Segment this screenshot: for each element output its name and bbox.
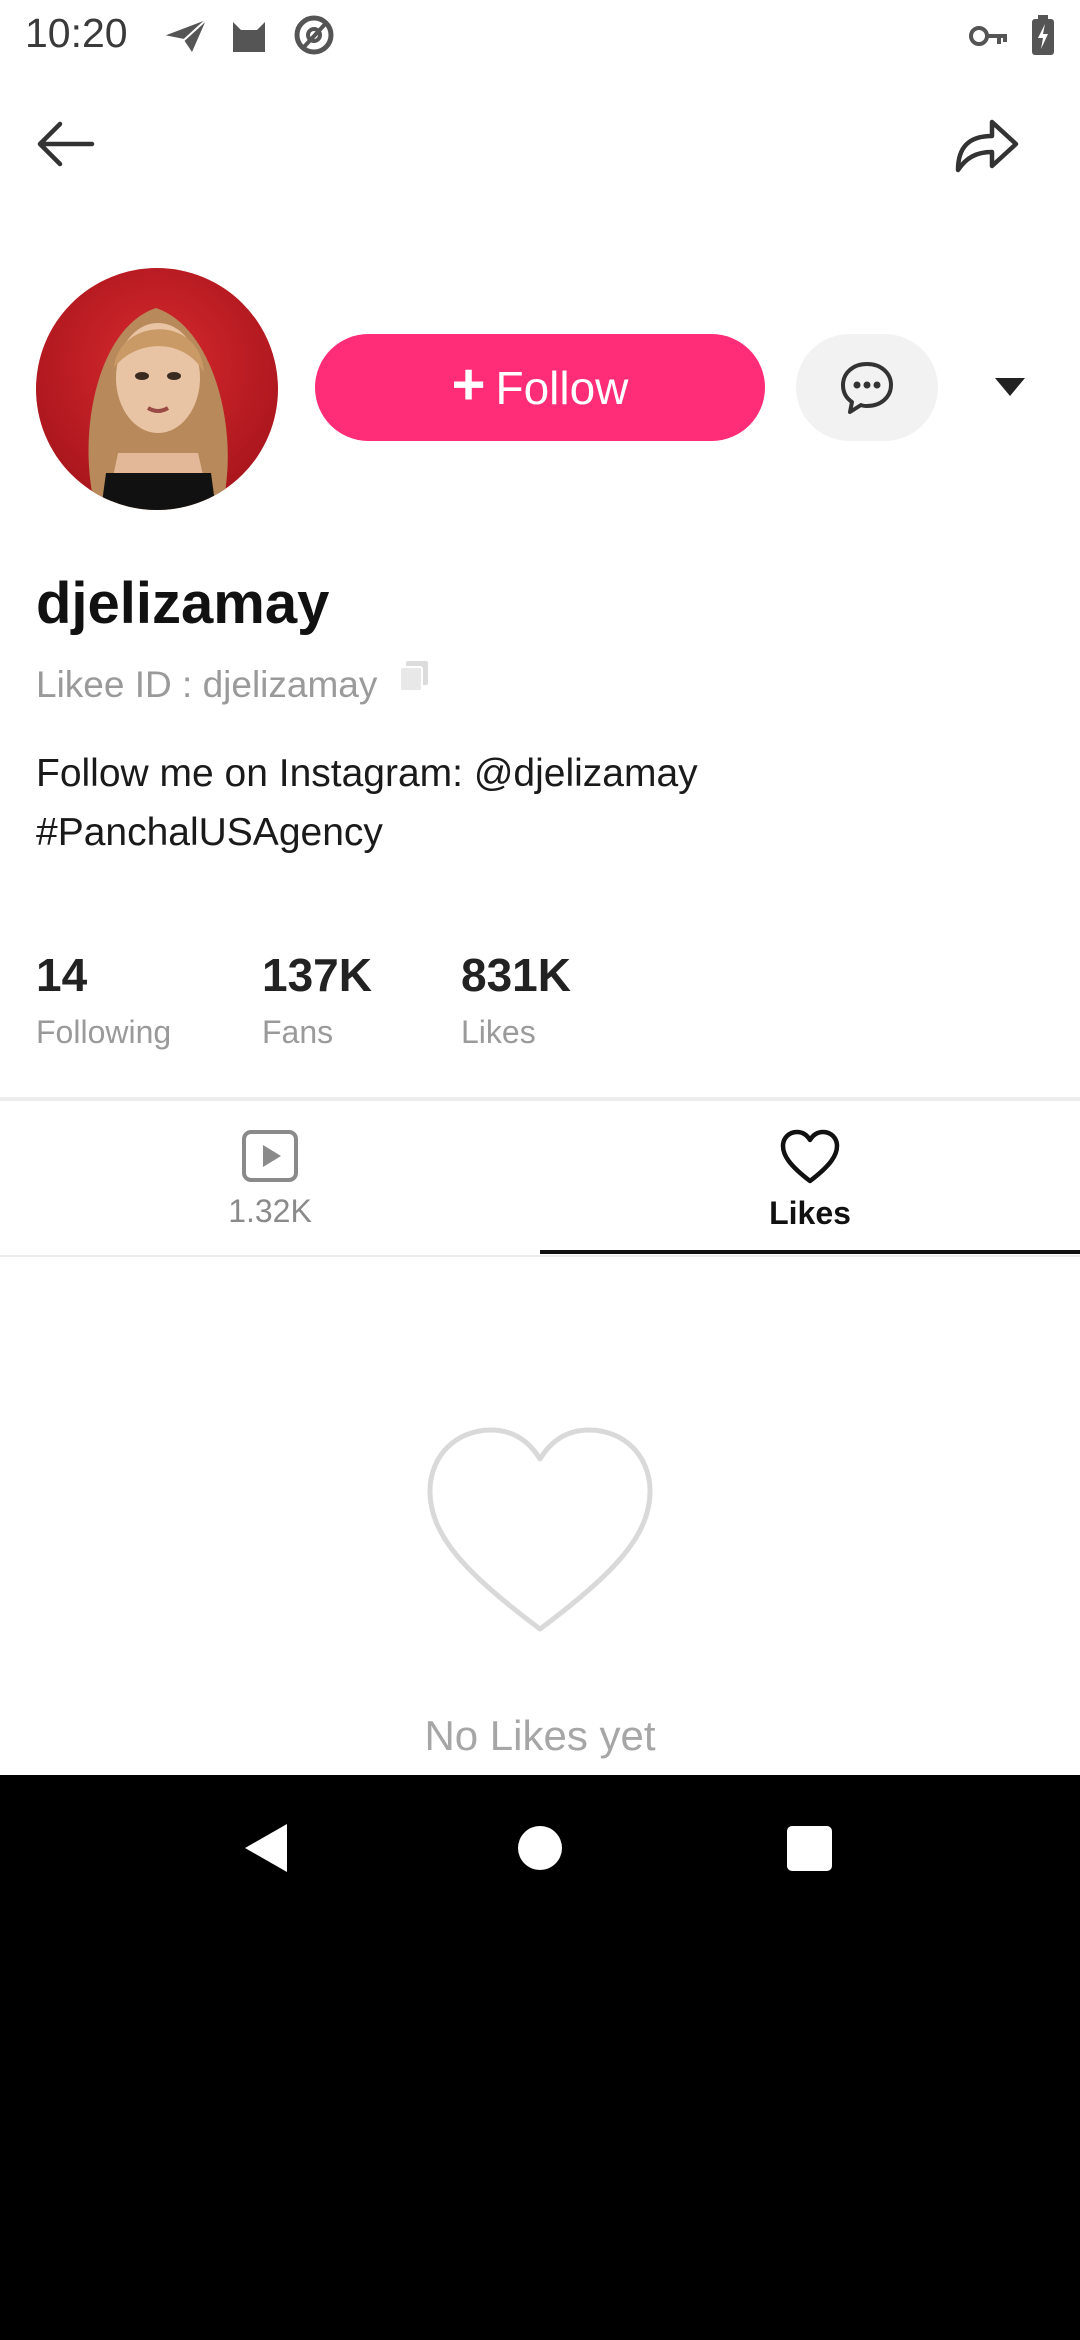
likee-id-row: Likee ID : djelizamay — [36, 660, 431, 706]
stat-label: Following — [36, 1014, 172, 1050]
stat-value: 137K — [262, 949, 372, 1001]
more-options-button[interactable] — [985, 365, 1035, 409]
nav-home-icon[interactable] — [518, 1826, 562, 1870]
likee-id: Likee ID : djelizamay — [36, 664, 378, 705]
stat-label: Likes — [461, 1014, 536, 1050]
stat-following[interactable]: 14 Following — [36, 948, 262, 1051]
avatar[interactable] — [36, 268, 278, 510]
nav-recents-icon[interactable] — [787, 1826, 832, 1871]
status-time: 10:20 — [25, 10, 128, 56]
heart-outline-icon — [427, 1427, 653, 1632]
stat-fans[interactable]: 137K Fans — [262, 948, 461, 1051]
tab-label: Likes — [769, 1195, 851, 1231]
tab-label: 1.32K — [228, 1193, 312, 1229]
stats-row: 14 Following 137K Fans 831K Likes — [36, 948, 661, 1051]
tab-likes[interactable]: Likes — [540, 1101, 1080, 1255]
bio-hashtag[interactable]: #PanchalUSAgency — [36, 803, 1016, 862]
active-tab-indicator — [540, 1250, 1080, 1254]
bio: Follow me on Instagram: @djelizamay #Pan… — [36, 744, 1016, 862]
arrow-left-icon — [37, 121, 95, 167]
nav-back-icon[interactable] — [243, 1822, 289, 1874]
heart-icon — [780, 1129, 840, 1184]
stat-value: 14 — [36, 949, 88, 1001]
back-button[interactable] — [30, 110, 106, 186]
key-icon — [969, 22, 1009, 55]
plus-icon: + — [451, 352, 486, 417]
video-play-icon — [242, 1130, 298, 1182]
tab-videos[interactable]: 1.32K — [0, 1101, 540, 1255]
bio-line: Follow me on Instagram: @djelizamay — [36, 752, 698, 795]
username: djelizamay — [36, 571, 330, 636]
at-sign-icon — [293, 14, 335, 61]
battery-charging-icon — [1030, 14, 1056, 61]
share-arrow-icon — [955, 119, 1019, 173]
follow-label: Follow — [495, 361, 629, 414]
message-button[interactable] — [796, 334, 938, 441]
follow-button[interactable]: + Follow — [315, 334, 765, 441]
stat-value: 831K — [461, 949, 571, 1001]
profile-tabs: 1.32K Likes — [0, 1101, 1080, 1257]
stat-label: Fans — [262, 1014, 334, 1050]
chat-bubble-icon — [841, 361, 893, 414]
share-button[interactable] — [948, 108, 1024, 184]
empty-state-text: No Likes yet — [424, 1712, 656, 1759]
cat-icon — [229, 16, 269, 59]
profile-screen: 10:20 + Follow djelizamay Likee ID: dje… — [0, 0, 1080, 1775]
caret-down-icon — [995, 378, 1025, 396]
send-icon — [162, 18, 208, 59]
status-bar: 10:20 — [0, 0, 1080, 72]
copy-icon[interactable] — [397, 659, 431, 702]
stat-likes[interactable]: 831K Likes — [461, 948, 661, 1051]
